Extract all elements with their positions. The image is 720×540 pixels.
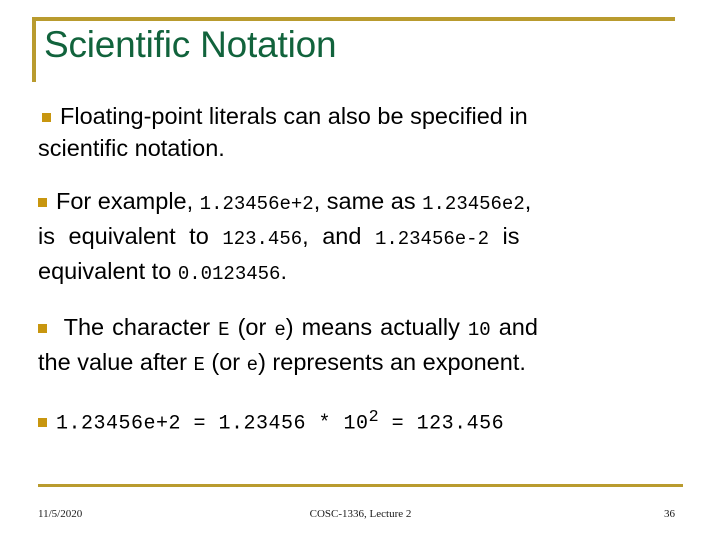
bullet-item: The character E (or e) means actually 10… xyxy=(38,311,683,381)
code-literal: 1.23456e-2 xyxy=(374,228,489,250)
bullet-text-run: equivalent to xyxy=(38,258,172,284)
footer-course-label: COSC-1336, Lecture 2 xyxy=(309,508,412,520)
slide-body: Floating-point literals can also be spec… xyxy=(38,100,683,441)
code-literal: 1.23456e2 xyxy=(422,193,525,215)
bullet-text-run: (or xyxy=(211,349,241,375)
bullet-text-run: The character xyxy=(63,314,211,340)
title-rule-left-decoration xyxy=(32,17,36,82)
bullet-text-run: the value after xyxy=(38,349,187,375)
bullet-text-run: , and xyxy=(302,223,362,249)
bullet-text-run: . xyxy=(280,258,287,284)
square-bullet-icon xyxy=(42,113,51,122)
bullet-text-line: For example, 1.23456e+2, same as 1.23456… xyxy=(38,185,683,220)
bullet-text-run: (or xyxy=(237,314,267,340)
bullet-item: For example, 1.23456e+2, same as 1.23456… xyxy=(38,185,683,290)
code-literal: e xyxy=(246,354,259,376)
bullet-text-line: Floating-point literals can also be spec… xyxy=(60,103,528,129)
bullet-text-run: , same as xyxy=(313,188,416,214)
bullet-text-run: For example, xyxy=(56,188,194,214)
bullet-text-line: equivalent to 0.0123456. xyxy=(38,255,683,290)
bullet-item: Floating-point literals can also be spec… xyxy=(38,100,683,164)
code-literal: 123.456 xyxy=(222,228,303,250)
bullet-text-run: is equivalent to xyxy=(38,223,209,249)
slide-footer: 11/5/2020 COSC-1336, Lecture 2 36 xyxy=(38,508,683,526)
slide-title: Scientific Notation xyxy=(44,24,337,65)
code-literal: 0.0123456 xyxy=(177,263,281,285)
code-literal: E xyxy=(218,319,230,341)
code-literal: 10 xyxy=(467,319,491,341)
bullet-text-run: ) represents an exponent. xyxy=(258,349,526,375)
formula-exponent: 2 xyxy=(368,408,380,427)
bullet-text-run: ) means actually xyxy=(285,314,460,340)
code-literal: E xyxy=(193,354,205,376)
title-rule-top-decoration xyxy=(32,17,675,21)
formula-left: 1.23456e+2 = 1.23456 * 10 xyxy=(56,412,369,436)
bullet-text-line: scientific notation. xyxy=(38,135,225,161)
formula-right: = 123.456 xyxy=(379,412,505,436)
bullet-text-run: is xyxy=(502,223,520,249)
bullet-item: 1.23456e+2 = 1.23456 * 102 = 123.456 xyxy=(38,402,683,441)
bullet-text-line: the value after E (or e) represents an e… xyxy=(38,346,683,381)
bullet-text-run: , xyxy=(524,188,532,214)
square-bullet-icon xyxy=(38,417,47,427)
square-bullet-icon xyxy=(38,198,47,207)
code-literal: e xyxy=(274,319,286,341)
code-literal: 1.23456e+2 xyxy=(199,193,314,215)
square-bullet-icon xyxy=(38,324,47,333)
bullet-text-line: is equivalent to 123.456, and 1.23456e-2… xyxy=(38,220,683,255)
slide: Scientific Notation Floating-point liter… xyxy=(0,0,720,540)
bullet-text-run: and xyxy=(498,314,538,340)
footer-page-number: 36 xyxy=(664,508,675,520)
bullet-text-line: The character E (or e) means actually 10… xyxy=(38,311,683,346)
footer-divider xyxy=(38,484,683,487)
